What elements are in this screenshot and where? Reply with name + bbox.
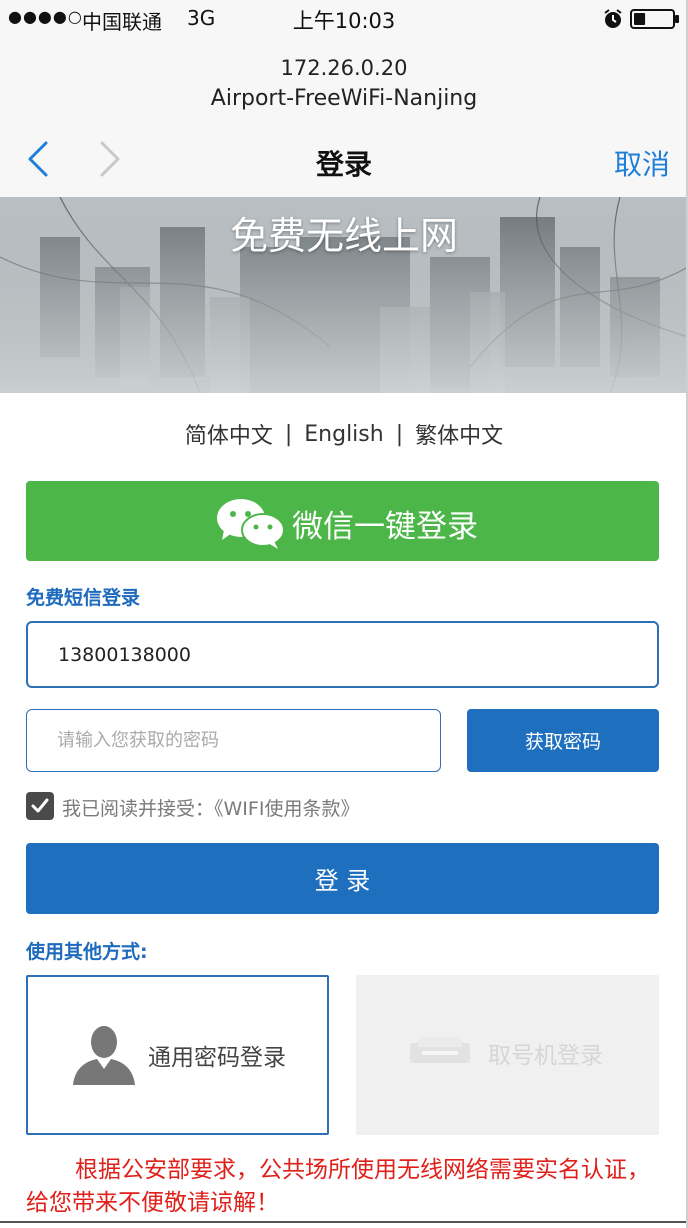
status-bar: ●●●●○ 中国联通 3G 上午10:03 xyxy=(0,0,688,38)
common-password-login-option[interactable]: 通用密码登录 xyxy=(26,975,329,1135)
terms-link[interactable]: 《WIFI使用条款》 xyxy=(214,798,359,820)
address-host: 172.26.0.20 xyxy=(280,56,408,80)
language-switcher: 简体中文 | English | 繁体中文 xyxy=(0,416,688,452)
address-ssid: Airport-FreeWiFi-Nanjing xyxy=(210,86,478,111)
banner-title: 免费无线上网 xyxy=(229,214,458,258)
other-methods-label: 使用其他方式: xyxy=(26,941,148,963)
page-title: 登录 xyxy=(315,148,372,181)
wechat-login-button[interactable]: 微信一键登录 xyxy=(26,481,659,561)
battery-fill xyxy=(634,13,646,25)
lang-separator: | xyxy=(284,421,293,447)
agree-statement: 我已阅读并接受：《WIFI使用条款》 xyxy=(62,794,359,821)
alarm-clock-icon xyxy=(604,9,622,28)
person-icon xyxy=(73,1026,135,1085)
login-button[interactable]: 登 录 xyxy=(26,843,659,914)
password-input[interactable] xyxy=(26,709,441,772)
lang-traditional-chinese[interactable]: 繁体中文 xyxy=(415,418,503,450)
wechat-icon xyxy=(217,499,285,549)
ticket-machine-login-label: 取号机登录 xyxy=(488,1043,603,1069)
phone-input[interactable] xyxy=(26,621,659,688)
agree-text: 我已阅读并接受： xyxy=(62,798,215,820)
sms-section-label: 免费短信登录 xyxy=(26,587,141,609)
lang-simplified-chinese[interactable]: 简体中文 xyxy=(185,418,273,450)
agree-checkbox[interactable] xyxy=(26,792,54,820)
clock: 上午10:03 xyxy=(292,9,396,33)
ticket-machine-icon xyxy=(410,1037,470,1063)
checkmark-icon xyxy=(31,798,49,813)
lang-english[interactable]: English xyxy=(304,422,383,447)
ticket-machine-login-option: 取号机登录 xyxy=(356,975,659,1135)
battery-icon xyxy=(630,9,679,29)
lang-separator: | xyxy=(395,421,404,447)
cancel-button[interactable]: 取消 xyxy=(614,143,670,183)
notice-line-2: 给您带来不便敬请谅解！ xyxy=(26,1190,279,1216)
wechat-login-label: 微信一键登录 xyxy=(292,509,478,545)
notice-line-1: 根据公安部要求，公共场所使用无线网络需要实名认证， xyxy=(75,1157,650,1183)
bottom-divider xyxy=(0,1221,688,1223)
get-password-button[interactable]: 获取密码 xyxy=(467,709,659,772)
common-password-login-label: 通用密码登录 xyxy=(148,1045,286,1071)
